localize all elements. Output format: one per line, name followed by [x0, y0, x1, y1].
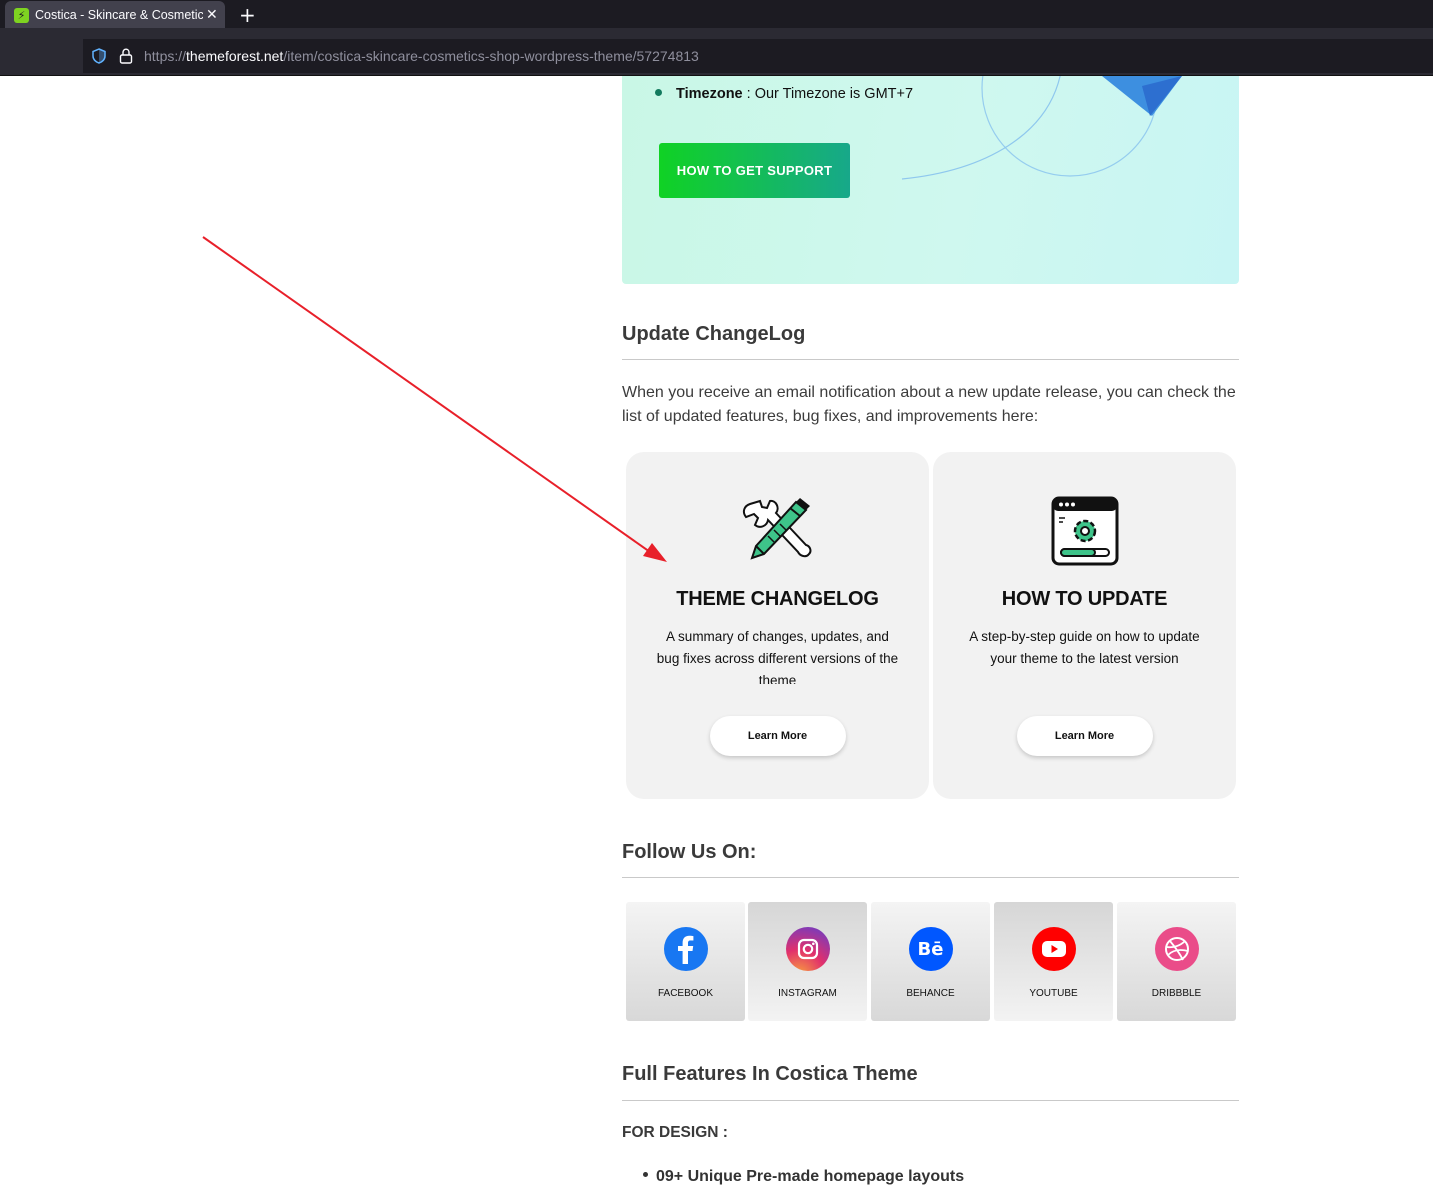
instagram-icon: [785, 927, 830, 971]
behance-icon: Bē: [908, 927, 953, 971]
social-dribbble[interactable]: DRIBBBLE: [1117, 902, 1236, 1021]
shield-icon[interactable]: [91, 48, 107, 64]
bullet-dot: [643, 1172, 648, 1178]
theme-changelog-card: THEME CHANGELOG A summary of changes, up…: [626, 452, 929, 799]
social-label: INSTAGRAM: [778, 988, 837, 999]
youtube-icon: [1031, 927, 1076, 971]
tools-icon: [742, 498, 811, 560]
address-bar[interactable]: https://themeforest.net/item/costica-ski…: [83, 39, 1433, 73]
feature-list-item: 09+ Unique Pre-made homepage layouts: [643, 1168, 964, 1186]
follow-divider: [622, 877, 1239, 878]
learn-more-button[interactable]: Learn More: [1016, 716, 1153, 756]
social-behance[interactable]: Bē BEHANCE: [871, 902, 990, 1021]
social-label: FACEBOOK: [657, 988, 713, 999]
social-label: YOUTUBE: [1029, 988, 1078, 999]
changelog-heading: Update ChangeLog: [622, 323, 806, 345]
changelog-intro: When you receive an email notification a…: [622, 384, 1236, 425]
social-youtube[interactable]: YOUTUBE: [994, 902, 1113, 1021]
facebook-icon: [663, 927, 708, 971]
support-section: Timezone : Our Timezone is GMT+7 HOW TO …: [622, 76, 1239, 284]
new-tab-button[interactable]: +: [239, 3, 256, 27]
for-design-label: FOR DESIGN :: [622, 1124, 728, 1141]
tab-title: Costica - Skincare & Cosmetics Shop Word…: [35, 8, 203, 22]
card-description: A step-by-step guide on how to update yo…: [969, 629, 1200, 666]
url-prefix: https://: [144, 48, 187, 64]
card-title: HOW TO UPDATE: [1001, 588, 1168, 610]
browser-tab[interactable]: ⚡ Costica - Skincare & Cosmetics Shop Wo…: [5, 1, 225, 29]
navigation-bar: https://themeforest.net/item/costica-ski…: [0, 28, 1433, 76]
card-description: A summary of changes, updates, and bug f…: [656, 629, 899, 684]
features-divider: [622, 1100, 1239, 1101]
settings-window-icon: [1051, 496, 1118, 566]
social-label: BEHANCE: [906, 988, 955, 999]
dribbble-icon: [1154, 927, 1199, 971]
url-path: /item/costica-skincare-cosmetics-shop-wo…: [283, 48, 699, 64]
timezone-item: Timezone : Our Timezone is GMT+7: [655, 86, 913, 102]
browser-tab-bar: ⚡ Costica - Skincare & Cosmetics Shop Wo…: [0, 0, 1433, 29]
feature-text: 09+ Unique Pre-made homepage layouts: [656, 1168, 965, 1185]
features-heading: Full Features In Costica Theme: [622, 1063, 918, 1085]
social-label: DRIBBBLE: [1151, 988, 1202, 999]
close-tab-icon[interactable]: ✕: [206, 7, 218, 23]
timezone-text: : Our Timezone is GMT+7: [742, 86, 914, 102]
social-instagram[interactable]: INSTAGRAM: [748, 902, 867, 1021]
lock-icon[interactable]: [119, 48, 133, 64]
follow-heading: Follow Us On:: [622, 841, 757, 863]
changelog-divider: [622, 359, 1239, 360]
how-to-get-support-button[interactable]: HOW TO GET SUPPORT: [659, 143, 850, 198]
how-to-update-card: HOW TO UPDATE A step-by-step guide on ho…: [933, 452, 1236, 799]
url-domain: themeforest.net: [186, 48, 284, 64]
bullet-dot: [655, 88, 662, 96]
learn-more-button[interactable]: Learn More: [709, 716, 846, 756]
card-title: THEME CHANGELOG: [676, 588, 879, 610]
site-favicon-icon: ⚡: [14, 7, 29, 23]
url-text[interactable]: https://themeforest.net/item/costica-ski…: [144, 48, 699, 64]
social-facebook[interactable]: FACEBOOK: [626, 902, 745, 1021]
timezone-label: Timezone: [676, 86, 743, 102]
